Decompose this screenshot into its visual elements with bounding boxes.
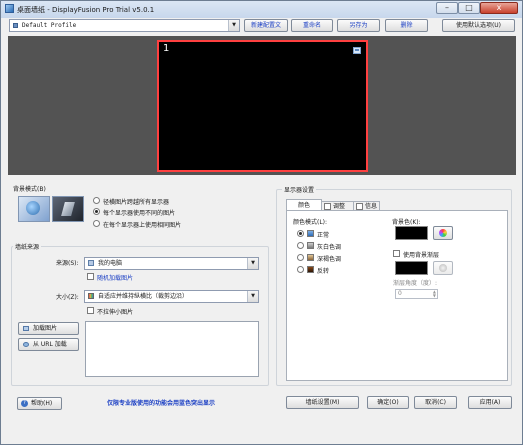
tab-info-label: 信息 bbox=[365, 203, 378, 210]
help-label: 帮助(H) bbox=[31, 400, 53, 407]
normal-icon bbox=[307, 230, 314, 237]
bg-color-swatch[interactable] bbox=[395, 226, 428, 240]
image-icon bbox=[23, 326, 29, 331]
monitor-settings-icon[interactable] bbox=[353, 47, 361, 54]
bg-color-label: 背景色(K): bbox=[392, 219, 421, 226]
monitor-number: 1 bbox=[163, 43, 170, 54]
color-mode-label: 颜色模式(L): bbox=[293, 219, 328, 226]
chevron-down-icon[interactable]: ▼ bbox=[247, 291, 258, 302]
tab-panel: 颜色模式(L): 正常 灰白色调 深褐色调 反转 背景色(K): 使用背景渐层 … bbox=[286, 210, 508, 381]
chevron-down-icon[interactable]: ▼ bbox=[228, 20, 239, 31]
gradient-checkbox[interactable] bbox=[393, 250, 400, 257]
close-button[interactable]: x bbox=[480, 2, 518, 14]
mode-same-label: 在每个显示器上使用相同图片 bbox=[103, 222, 182, 229]
ok-button[interactable]: 确定(O) bbox=[367, 396, 409, 409]
random-label: 随机加载图片 bbox=[97, 275, 134, 282]
gradient-color-swatch[interactable] bbox=[395, 261, 428, 275]
wallpaper-settings-button[interactable]: 墙纸设置(M) bbox=[286, 396, 359, 409]
invert-icon bbox=[307, 266, 314, 273]
size-value: 自适应并维持纵横比（裁剪边沿） bbox=[98, 293, 189, 300]
gradient-angle-label: 渐层角度（度）: bbox=[393, 280, 438, 287]
color-gray-radio[interactable] bbox=[297, 242, 304, 249]
pro-note: 仅限专业版使用的功能会用蓝色突出显示 bbox=[107, 400, 216, 407]
grayscale-icon bbox=[307, 242, 314, 249]
gradient-angle-input[interactable]: 0 ▲ ▼ bbox=[395, 289, 438, 299]
profile-icon bbox=[13, 23, 18, 28]
monitor-settings-title: 显示器设置 bbox=[282, 185, 317, 194]
profile-dropdown[interactable]: Default Profile ▼ bbox=[9, 19, 240, 32]
color-normal-label: 正常 bbox=[317, 232, 330, 239]
minimize-button[interactable]: – bbox=[436, 2, 458, 14]
mode-same-radio[interactable] bbox=[93, 220, 100, 227]
mode-span-radio[interactable] bbox=[93, 197, 100, 204]
help-icon: ? bbox=[21, 400, 28, 407]
app-window: 桌面墙纸 - DisplayFusion Pro Trial v5.0.1 – … bbox=[0, 0, 523, 445]
cancel-button[interactable]: 取消(C) bbox=[414, 396, 457, 409]
gradient-angle-value: 0 bbox=[398, 290, 402, 297]
color-invert-label: 反转 bbox=[317, 268, 330, 275]
color-wheel-icon bbox=[439, 264, 447, 272]
help-button[interactable]: ? 帮助(H) bbox=[17, 397, 62, 410]
window-title: 桌面墙纸 - DisplayFusion Pro Trial v5.0.1 bbox=[17, 6, 155, 14]
color-sepia-label: 深褐色调 bbox=[317, 256, 342, 263]
background-mode-title: 背景模式(B) bbox=[13, 186, 46, 193]
maximize-button[interactable]: □ bbox=[458, 2, 480, 14]
globe-screen-image bbox=[18, 196, 50, 222]
source-dropdown[interactable]: 我的电脑 ▼ bbox=[84, 257, 259, 270]
monitor-1-preview[interactable]: 1 bbox=[157, 40, 368, 172]
color-sepia-radio[interactable] bbox=[297, 254, 304, 261]
load-url-button[interactable]: 从 URL 加载 bbox=[18, 338, 79, 351]
gradient-label: 使用背景渐层 bbox=[403, 252, 440, 259]
color-wheel-icon bbox=[439, 229, 447, 237]
color-picker-button[interactable] bbox=[433, 226, 453, 240]
random-checkbox[interactable] bbox=[87, 273, 94, 280]
tab-info-checkbox[interactable] bbox=[356, 203, 363, 210]
color-image-icon bbox=[88, 293, 94, 299]
size-label: 大小(Z): bbox=[56, 294, 79, 301]
spinner-icon[interactable]: ▲ ▼ bbox=[433, 290, 436, 298]
profile-value: Default Profile bbox=[22, 22, 77, 29]
mode-per-monitor-label: 每个显示器使用不同的图片 bbox=[103, 210, 176, 217]
tab-adjust-checkbox[interactable] bbox=[324, 203, 331, 210]
color-gray-label: 灰白色调 bbox=[317, 244, 342, 251]
monitor-preview-area: 1 bbox=[8, 36, 516, 175]
space-screen-image bbox=[52, 196, 84, 222]
chevron-down-icon[interactable]: ▼ bbox=[247, 258, 258, 269]
source-label: 来源(S): bbox=[56, 260, 79, 267]
title-bar[interactable]: 桌面墙纸 - DisplayFusion Pro Trial v5.0.1 – … bbox=[1, 1, 522, 18]
computer-icon bbox=[88, 260, 94, 266]
mode-span-label: 径横图片跨越所有显示器 bbox=[103, 199, 170, 206]
load-url-label: 从 URL 加载 bbox=[33, 341, 67, 348]
tab-adjust-label: 调整 bbox=[333, 203, 346, 210]
delete-button[interactable]: 删除 bbox=[385, 19, 428, 32]
gradient-picker-button[interactable] bbox=[433, 261, 453, 275]
no-stretch-label: 不拉伸小图片 bbox=[97, 309, 134, 316]
link-icon bbox=[23, 342, 29, 347]
apply-button[interactable]: 应用(A) bbox=[468, 396, 512, 409]
no-stretch-checkbox[interactable] bbox=[87, 307, 94, 314]
size-dropdown[interactable]: 自适应并维持纵横比（裁剪边沿） ▼ bbox=[84, 290, 259, 303]
source-title: 墙纸来源 bbox=[13, 242, 42, 251]
load-image-button[interactable]: 加载图片 bbox=[18, 322, 79, 335]
image-list[interactable] bbox=[85, 321, 259, 377]
new-profile-button[interactable]: 新建配置文 bbox=[244, 19, 288, 32]
source-value: 我的电脑 bbox=[98, 260, 123, 267]
mode-per-monitor-radio[interactable] bbox=[93, 208, 100, 215]
sepia-icon bbox=[307, 254, 314, 261]
color-invert-radio[interactable] bbox=[297, 266, 304, 273]
monitor-icon bbox=[5, 4, 14, 13]
color-normal-radio[interactable] bbox=[297, 230, 304, 237]
use-defaults-button[interactable]: 使用默认选项(U) bbox=[442, 19, 515, 32]
rename-button[interactable]: 重命名 bbox=[291, 19, 333, 32]
load-image-label: 加载图片 bbox=[33, 325, 58, 332]
save-as-button[interactable]: 另存为 bbox=[337, 19, 380, 32]
